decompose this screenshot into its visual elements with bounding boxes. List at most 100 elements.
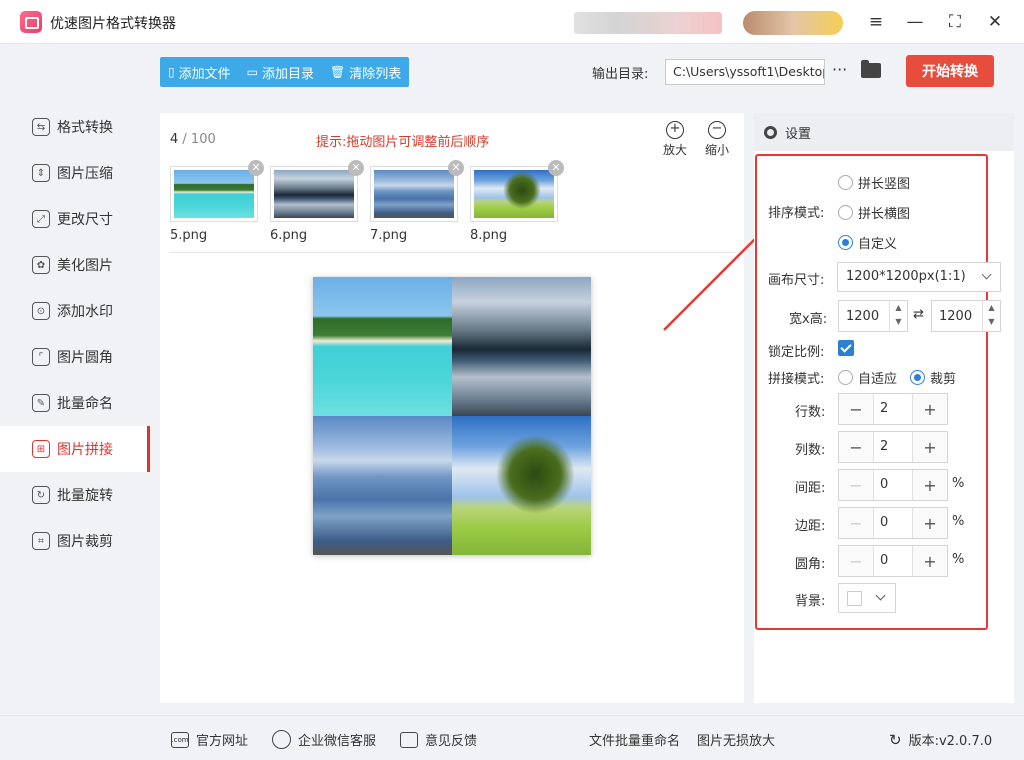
radius-label: 圆角: <box>795 557 826 572</box>
increment-button[interactable]: + <box>913 470 947 500</box>
radio-circle <box>838 370 853 385</box>
batch-rename-link[interactable]: 文件批量重命名 <box>589 730 680 749</box>
feedback-label: 意见反馈 <box>425 734 478 749</box>
width-height-label: 宽x高: <box>789 312 828 327</box>
fullscreen-icon[interactable]: ⛶ <box>945 12 965 32</box>
increment-button[interactable]: + <box>913 508 947 538</box>
sidebar-item-rotate[interactable]: ↻ 批量旋转 <box>0 472 150 518</box>
margin-value[interactable]: 0 <box>873 508 913 538</box>
height-value: 1200 <box>939 309 973 324</box>
lock-ratio-label: 锁定比例: <box>768 345 825 360</box>
cols-label: 列数: <box>795 443 826 458</box>
remove-icon[interactable]: ✕ <box>548 160 564 176</box>
spacing-stepper[interactable]: −0 + <box>838 469 948 501</box>
increment-button[interactable]: + <box>913 394 947 424</box>
website-label: 官方网址 <box>196 734 249 749</box>
open-folder-icon[interactable] <box>861 60 881 78</box>
sidebar-item-resize[interactable]: ⤢ 更改尺寸 <box>0 196 150 242</box>
remove-icon[interactable]: ✕ <box>448 160 464 176</box>
width-input[interactable]: 1200 ▲ ▼ <box>838 300 908 332</box>
radius-value[interactable]: 0 <box>873 546 913 576</box>
output-dir-field[interactable]: C:\Users\yssoft1\Desktop <box>665 59 825 85</box>
official-website-link[interactable]: .com 官方网址 <box>171 730 248 749</box>
sort-vertical-radio[interactable]: 拼长竖图 <box>838 173 910 192</box>
add-file-button[interactable]: ▯ 添加文件 <box>160 57 239 87</box>
refresh-icon: ↻ <box>889 730 902 749</box>
thumbnail-7[interactable]: ✕ <box>370 160 464 222</box>
thumbnail-6[interactable]: ✕ <box>270 160 364 222</box>
radius-stepper[interactable]: −0 + <box>838 545 948 577</box>
decrement-button[interactable]: − <box>839 508 873 538</box>
canvas-size-label: 画布尺寸: <box>768 273 825 288</box>
canvas-size-select[interactable]: 1200*1200px(1:1) <box>837 262 1001 292</box>
sidebar-item-beautify[interactable]: ✿ 美化图片 <box>0 242 150 288</box>
resize-icon: ⤢ <box>32 210 50 228</box>
sort-custom-radio[interactable]: 自定义 <box>838 233 897 252</box>
thumbnail-5[interactable]: ✕ <box>170 160 264 222</box>
sidebar-item-watermark[interactable]: ⊙ 添加水印 <box>0 288 150 334</box>
swap-icon[interactable]: ⇄ <box>913 307 924 322</box>
decrement-button[interactable]: − <box>839 432 873 462</box>
minimize-icon[interactable]: — <box>905 12 925 32</box>
start-convert-button[interactable]: 开始转换 <box>906 55 994 87</box>
sidebar-item-rename[interactable]: ✎ 批量命名 <box>0 380 150 426</box>
rows-value[interactable]: 2 <box>873 394 913 424</box>
decrement-button[interactable]: − <box>839 470 873 500</box>
lossless-enlarge-link[interactable]: 图片无损放大 <box>697 730 775 749</box>
decrement-button[interactable]: − <box>839 546 873 576</box>
add-directory-button[interactable]: ▭ 添加目录 <box>239 57 322 87</box>
canvas-size-value: 1200*1200px(1:1) <box>846 269 966 284</box>
increment-button[interactable]: + <box>913 546 947 576</box>
height-input[interactable]: 1200 ▲ ▼ <box>931 300 1001 332</box>
cols-stepper[interactable]: −2 + <box>838 431 948 463</box>
file-count-value: 4 <box>170 132 179 147</box>
decrement-button[interactable]: − <box>839 394 873 424</box>
sidebar-item-stitch[interactable]: ⊞ 图片拼接 <box>0 426 150 472</box>
sidebar-item-crop[interactable]: ⌗ 图片裁剪 <box>0 518 150 564</box>
wechat-label: 企业微信客服 <box>298 734 377 749</box>
rows-stepper[interactable]: −2 + <box>838 393 948 425</box>
background-color-picker[interactable] <box>838 583 896 613</box>
sidebar-item-label: 添加水印 <box>57 304 113 320</box>
stitch-preview <box>313 277 591 555</box>
remove-icon[interactable]: ✕ <box>248 160 264 176</box>
zoom-out-button[interactable]: − 缩小 <box>705 121 729 158</box>
radio-circle <box>838 205 853 220</box>
lock-ratio-checkbox[interactable] <box>838 340 854 356</box>
zoom-in-button[interactable]: + 放大 <box>663 121 687 158</box>
remove-icon[interactable]: ✕ <box>348 160 364 176</box>
stitch-crop-radio[interactable]: 裁剪 <box>910 368 956 387</box>
radio-label: 自适应 <box>858 372 898 387</box>
close-icon[interactable]: ✕ <box>985 12 1005 32</box>
thumbnail-8[interactable]: ✕ <box>470 160 564 222</box>
spin-arrows-icon[interactable]: ▲ ▼ <box>982 301 1000 331</box>
wechat-support-link[interactable]: 企业微信客服 <box>272 730 376 749</box>
stitch-mode-label: 拼接模式: <box>768 372 825 387</box>
sidebar-item-label: 图片裁剪 <box>57 534 113 550</box>
sort-horizontal-radio[interactable]: 拼长横图 <box>838 203 910 222</box>
clear-list-label: 清除列表 <box>349 66 402 82</box>
version-info[interactable]: ↻ 版本:v2.0.7.0 <box>889 730 992 750</box>
cols-value[interactable]: 2 <box>873 432 913 462</box>
convert-icon: ⇆ <box>32 118 50 136</box>
spin-arrows-icon[interactable]: ▲ ▼ <box>889 301 907 331</box>
sidebar-item-format-convert[interactable]: ⇆ 格式转换 <box>0 104 150 150</box>
add-directory-label: 添加目录 <box>261 66 314 82</box>
sort-mode-label: 排序模式: <box>768 206 825 221</box>
clear-list-button[interactable]: 🗑 清除列表 <box>322 57 409 87</box>
preview-tile <box>452 277 591 416</box>
file-toolbar: ▯ 添加文件 ▭ 添加目录 🗑 清除列表 <box>160 57 410 87</box>
sidebar-item-compress[interactable]: ⇕ 图片压缩 <box>0 150 150 196</box>
file-count: 4 / 100 <box>170 132 216 147</box>
radio-label: 拼长横图 <box>858 207 911 222</box>
menu-icon[interactable]: ≡ <box>866 12 886 32</box>
more-options-icon[interactable]: ··· <box>832 60 847 79</box>
margin-stepper[interactable]: −0 + <box>838 507 948 539</box>
sidebar-item-round-corner[interactable]: ⌜ 图片圆角 <box>0 334 150 380</box>
blurred-user-badge[interactable] <box>743 11 843 35</box>
round-corner-icon: ⌜ <box>32 348 50 366</box>
increment-button[interactable]: + <box>913 432 947 462</box>
spacing-value[interactable]: 0 <box>873 470 913 500</box>
feedback-link[interactable]: 意见反馈 <box>400 730 477 749</box>
stitch-adaptive-radio[interactable]: 自适应 <box>838 368 897 387</box>
